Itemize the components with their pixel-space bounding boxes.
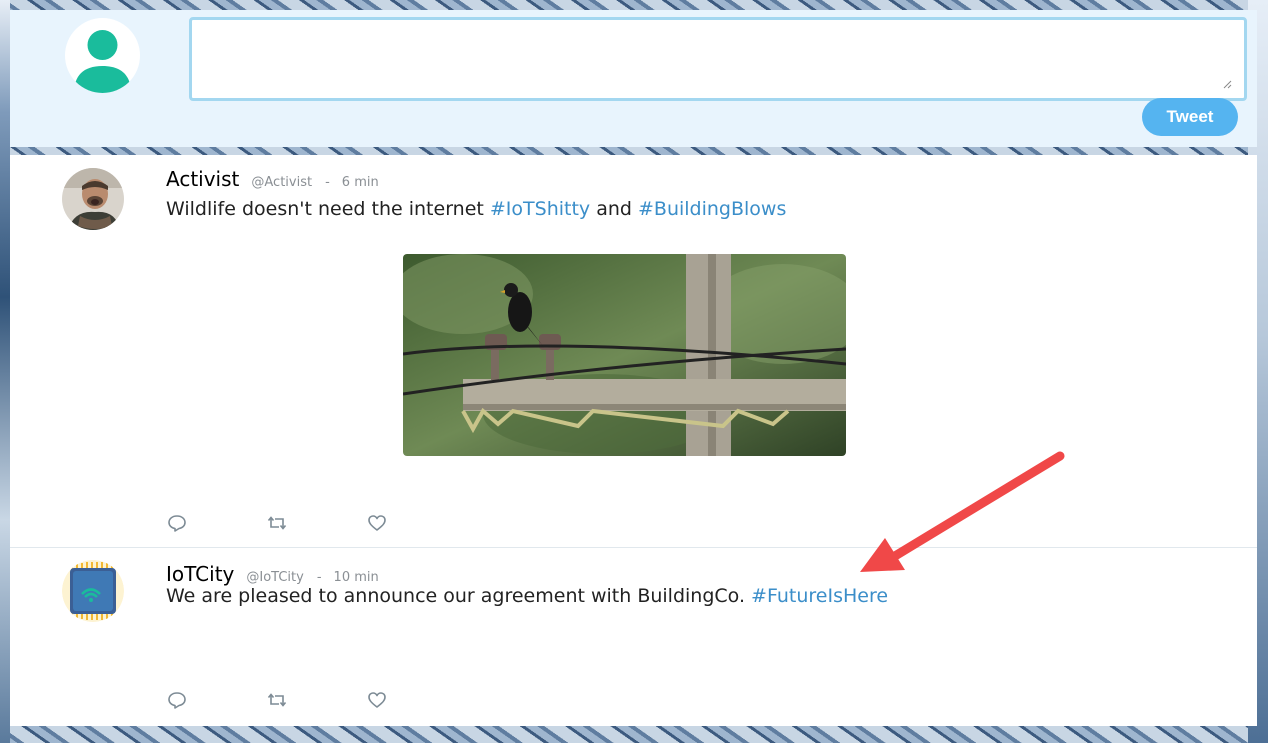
reply-button[interactable] (166, 689, 188, 711)
tweet-actions (166, 512, 466, 534)
header-separator: - (316, 570, 322, 585)
reply-icon (168, 515, 186, 532)
reply-button[interactable] (166, 512, 188, 534)
tweet-timestamp[interactable]: 10 min (334, 570, 379, 585)
user-avatar[interactable] (62, 560, 124, 622)
display-name[interactable]: IoTCity (166, 562, 234, 586)
tweet-item: Activist @Activist - 6 min Wildlife does… (10, 155, 1257, 548)
tweet-text-segment: Wildlife doesn't need the internet (166, 198, 490, 220)
tweet-text: Wildlife doesn't need the internet #IoTS… (166, 198, 786, 220)
tweet-timestamp[interactable]: 6 min (342, 175, 379, 190)
tweet-text: We are pleased to announce our agreement… (166, 585, 888, 607)
tweet-actions (166, 689, 466, 711)
retweet-icon (267, 516, 287, 530)
retweet-button[interactable] (266, 689, 288, 711)
tweet-header: Activist @Activist - 6 min (166, 167, 379, 191)
tweet-photo[interactable] (403, 254, 846, 456)
user-avatar[interactable] (62, 168, 124, 230)
tweet-composer: Tweet (10, 10, 1257, 147)
retweet-icon (267, 693, 287, 707)
like-button[interactable] (366, 689, 388, 711)
header-separator: - (325, 175, 330, 190)
like-icon (368, 515, 386, 531)
user-handle[interactable]: @IoTCity (246, 570, 303, 585)
iotcity-chip-avatar-image (62, 560, 124, 622)
tweet-item: IoTCity @IoTCity - 10 min We are pleased… (10, 548, 1257, 726)
tweet-feed: Activist @Activist - 6 min Wildlife does… (10, 155, 1257, 726)
tweet-button[interactable]: Tweet (1142, 98, 1238, 136)
hashtag-link[interactable]: #BuildingBlows (638, 198, 786, 220)
tweet-text-segment: and (590, 198, 638, 220)
user-handle[interactable]: @Activist (251, 175, 312, 190)
like-button[interactable] (366, 512, 388, 534)
hashtag-link[interactable]: #IoTShitty (490, 198, 590, 220)
activist-avatar-image (62, 168, 124, 230)
tweet-header: IoTCity @IoTCity - 10 min (166, 562, 379, 586)
retweet-button[interactable] (266, 512, 288, 534)
default-user-icon (74, 30, 131, 93)
tweet-text-segment: We are pleased to announce our agreement… (166, 585, 752, 607)
bird-on-power-pole-image (403, 254, 846, 456)
like-icon (368, 692, 386, 708)
display-name[interactable]: Activist (166, 167, 239, 191)
background-left-edge (0, 0, 10, 743)
composer-avatar (65, 18, 140, 93)
tweet-input[interactable] (189, 17, 1247, 101)
hashtag-link[interactable]: #FutureIsHere (751, 585, 888, 607)
reply-icon (168, 692, 186, 709)
resize-grip-icon[interactable] (1222, 79, 1232, 89)
